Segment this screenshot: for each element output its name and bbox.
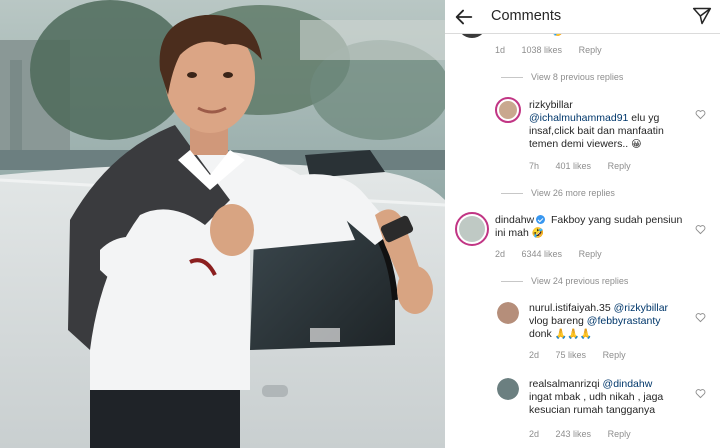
comment-time: 2d [529,350,540,360]
comment-meta: 2d 75 likes Reply [529,350,640,360]
comments-panel: manusia ini 🤣 Comments 1d 1038 likes Rep… [445,0,720,448]
view-previous-replies-button[interactable]: View 8 previous replies [501,72,623,82]
like-count[interactable]: 243 likes [556,429,592,439]
comment-time: 1d [495,45,506,55]
heart-icon[interactable] [695,224,706,235]
like-count[interactable]: 1038 likes [522,45,563,55]
comment-time: 2d [495,249,506,259]
comment-body: ingat mbak , udh nikah , jaga kesucian r… [529,391,664,416]
comment-meta: 2d 243 likes Reply [529,429,645,439]
comment-text: rizkybillar @ichalmuhammad91 elu yg insa… [529,99,689,151]
heart-icon[interactable] [695,388,706,399]
view-replies-label: View 24 previous replies [531,276,629,286]
username[interactable]: nurul.istifaiyah.35 [529,302,611,314]
heart-icon[interactable] [695,312,706,323]
comment-meta: 7h 401 likes Reply [529,161,645,171]
emoji: 🙏🙏🙏 [554,329,593,340]
page-title: Comments [491,8,562,24]
comment-time: 7h [529,161,540,171]
reply-button[interactable]: Reply [579,249,602,259]
mention-link[interactable]: @rizkybillar [614,302,668,314]
like-count[interactable]: 6344 likes [522,249,563,259]
divider [501,77,523,79]
divider [501,193,523,195]
comment-meta: 1d 1038 likes Reply [495,45,616,55]
arrow-left-icon[interactable] [453,6,475,28]
heart-icon[interactable] [695,109,706,120]
divider [501,281,523,283]
comment-body: donk [529,328,555,340]
comment-text: realsalmanrizqi @dindahw ingat mbak , ud… [529,378,694,417]
avatar[interactable] [497,378,519,400]
like-count[interactable]: 401 likes [556,161,592,171]
reply-button[interactable]: Reply [603,350,626,360]
reply-button[interactable]: Reply [608,161,631,171]
verified-badge-icon [536,215,546,224]
post-photo [0,0,445,448]
like-count[interactable]: 75 likes [556,350,587,360]
comment-text: nurul.istifaiyah.35 @rizkybillar vlog ba… [529,302,694,341]
avatar[interactable] [495,97,521,123]
view-replies-label: View 26 more replies [531,188,615,198]
reply-button[interactable]: Reply [579,45,602,55]
comment-text: dindahw Fakboy yang sudah pensiun ini ma… [495,214,685,240]
username[interactable]: realsalmanrizqi [529,378,600,390]
emoji: 😀 [631,139,642,150]
username[interactable]: dindahw [495,214,534,226]
comment-meta: 2d 6344 likes Reply [495,249,616,259]
mention-link[interactable]: @ichalmuhammad91 [529,112,628,124]
view-replies-label: View 8 previous replies [531,72,624,82]
paper-plane-icon[interactable] [692,6,712,26]
view-more-replies-button[interactable]: View 26 more replies [501,188,615,198]
mention-link[interactable]: @dindahw [603,378,653,390]
avatar[interactable] [455,212,489,246]
comment-body: vlog bareng [529,315,587,327]
view-previous-replies-button[interactable]: View 24 previous replies [501,276,628,286]
mention-link[interactable]: @febbyrastanty [587,315,661,327]
emoji: 🤣 [531,228,545,239]
username[interactable]: rizkybillar [529,99,573,111]
avatar[interactable] [497,302,519,324]
comment-time: 2d [529,429,540,439]
reply-button[interactable]: Reply [608,429,631,439]
comments-header: Comments [445,0,720,34]
